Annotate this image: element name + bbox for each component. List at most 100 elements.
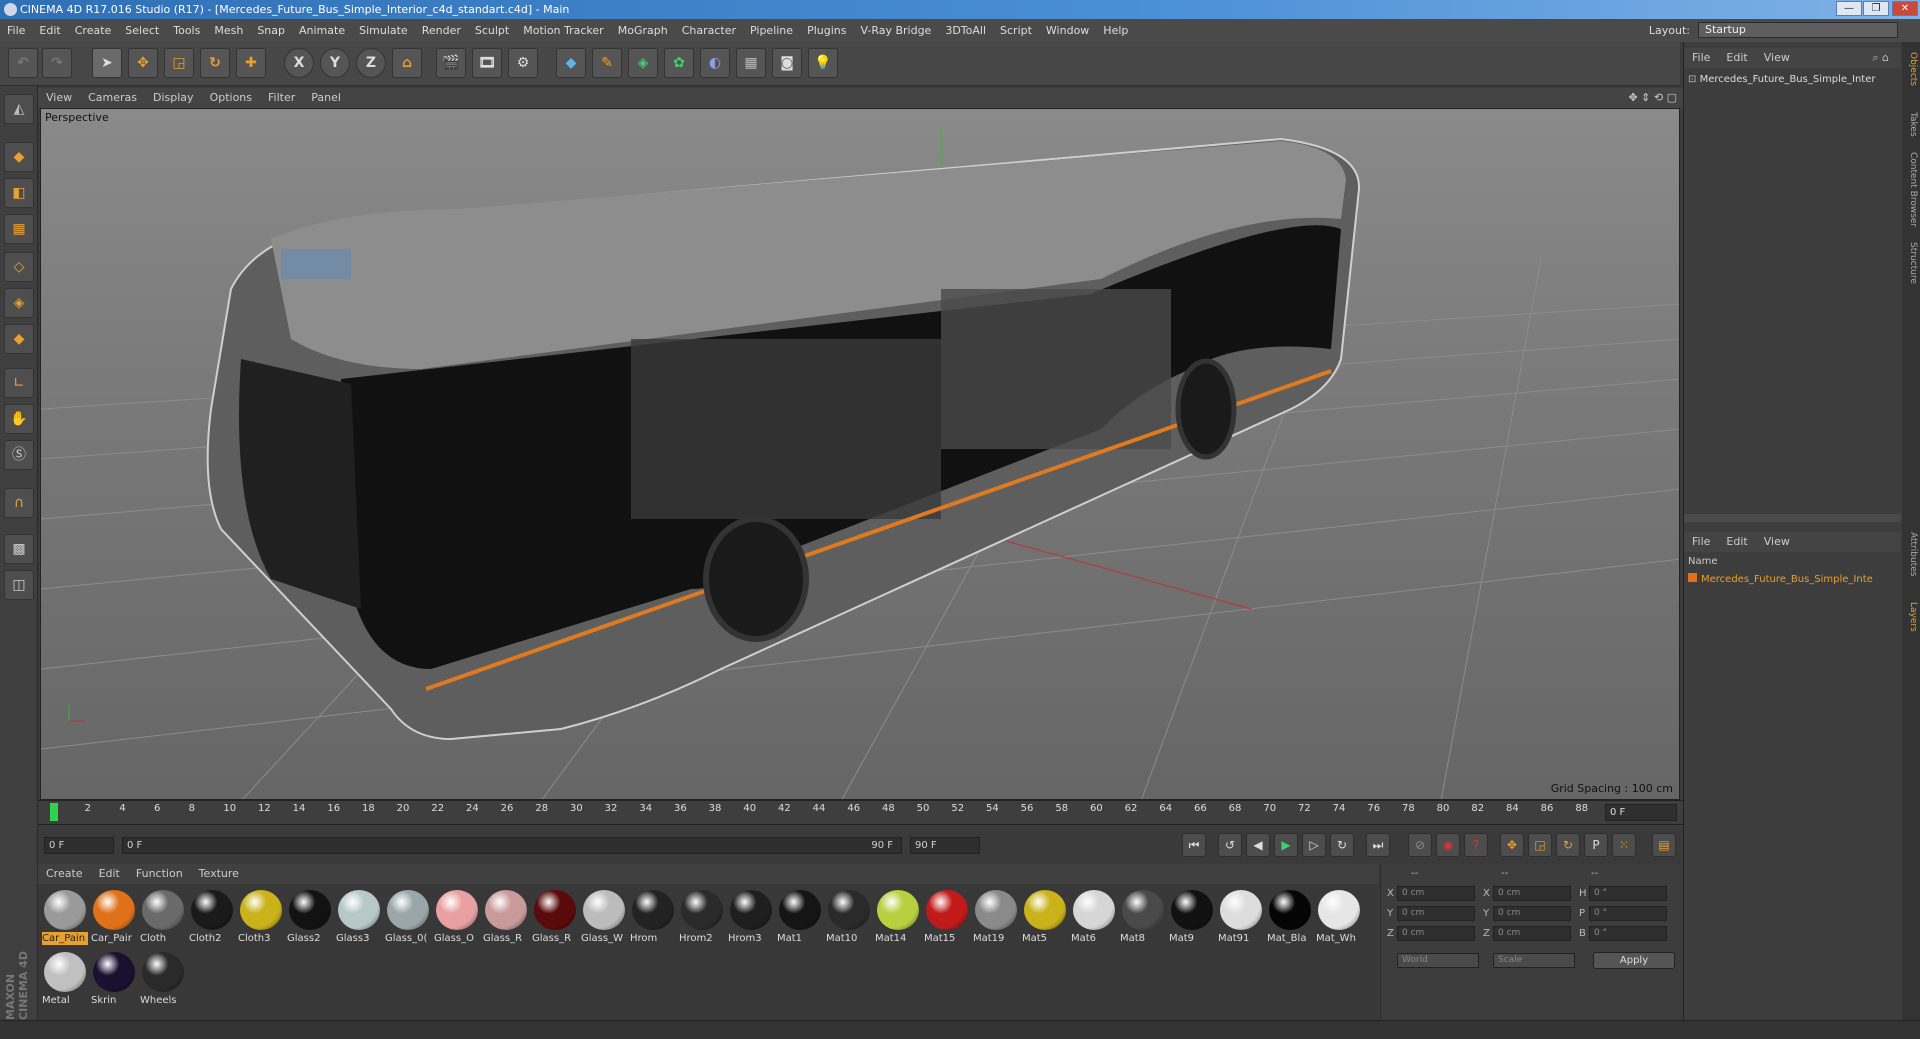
- cube-icon[interactable]: ◆: [556, 48, 586, 78]
- layout-select[interactable]: Startup: [1698, 22, 1898, 38]
- bus-model[interactable]: [206, 137, 1361, 741]
- y-axis-icon[interactable]: Y: [320, 48, 350, 78]
- light-icon[interactable]: 💡: [808, 48, 838, 78]
- rotation-key-icon[interactable]: ↻: [1556, 833, 1580, 857]
- world-select[interactable]: World: [1397, 953, 1479, 968]
- rotation-h-field[interactable]: 0 °: [1589, 886, 1667, 901]
- rotation-p-field[interactable]: 0 °: [1589, 906, 1667, 921]
- tab-content-browser[interactable]: Content Browser: [1904, 152, 1918, 227]
- magnet-icon[interactable]: ∩: [4, 488, 34, 518]
- objects-search-icon[interactable]: ⌕ ⌂: [1864, 48, 1897, 68]
- menu-tools[interactable]: Tools: [166, 19, 207, 42]
- coordinate-system-icon[interactable]: ⌂: [392, 48, 422, 78]
- make-editable-icon[interactable]: ◭: [4, 94, 34, 124]
- material-swatch[interactable]: Mat_Bla: [1267, 888, 1313, 946]
- material-swatch[interactable]: Cloth: [140, 888, 186, 946]
- menu-simulate[interactable]: Simulate: [352, 19, 415, 42]
- move-icon[interactable]: ✥: [128, 48, 158, 78]
- viewport-menu-filter[interactable]: Filter: [260, 88, 303, 108]
- x-axis-icon[interactable]: X: [284, 48, 314, 78]
- playhead-marker[interactable]: [50, 803, 58, 821]
- menu-mograph[interactable]: MoGraph: [611, 19, 675, 42]
- menu-edit[interactable]: Edit: [32, 19, 67, 42]
- layers-menu-file[interactable]: File: [1684, 532, 1718, 552]
- record-keys-icon[interactable]: ⊘: [1408, 833, 1432, 857]
- material-swatch[interactable]: Hrom: [630, 888, 676, 946]
- point-level-icon[interactable]: ⁙: [1612, 833, 1636, 857]
- points-mode-icon[interactable]: ◇: [4, 252, 34, 282]
- close-button[interactable]: ✕: [1892, 1, 1918, 16]
- material-swatch[interactable]: Mat6: [1071, 888, 1117, 946]
- viewport-menu-display[interactable]: Display: [145, 88, 202, 108]
- material-swatch[interactable]: Mat9: [1169, 888, 1215, 946]
- tab-takes[interactable]: Takes: [1904, 112, 1918, 137]
- objects-menu-edit[interactable]: Edit: [1718, 48, 1755, 68]
- viewport-nav-icons[interactable]: ✥ ⇕ ⟲ ▢: [1628, 88, 1677, 108]
- array-icon[interactable]: ✿: [664, 48, 694, 78]
- render-view-icon[interactable]: 🎬: [436, 48, 466, 78]
- tab-objects[interactable]: Objects: [1904, 52, 1918, 86]
- snap-icon[interactable]: Ⓢ: [4, 440, 34, 470]
- objects-scrollbar[interactable]: [1684, 514, 1901, 522]
- material-swatch[interactable]: Glass2: [287, 888, 333, 946]
- size-z-field[interactable]: 0 cm: [1493, 926, 1571, 941]
- material-swatch[interactable]: Glass3: [336, 888, 382, 946]
- material-swatch[interactable]: Mat5: [1022, 888, 1068, 946]
- position-z-field[interactable]: 0 cm: [1397, 926, 1475, 941]
- 3d-viewport[interactable]: Perspective Grid Spacing : 100 cm: [40, 108, 1680, 800]
- material-menu-function[interactable]: Function: [128, 864, 191, 884]
- material-swatch[interactable]: Hrom3: [728, 888, 774, 946]
- rotate-icon[interactable]: ↻: [200, 48, 230, 78]
- texture-mode-icon[interactable]: ◧: [4, 178, 34, 208]
- viewport-menu-options[interactable]: Options: [202, 88, 260, 108]
- pointer-icon[interactable]: ➤: [92, 48, 122, 78]
- material-menu-create[interactable]: Create: [38, 864, 91, 884]
- menu-script[interactable]: Script: [993, 19, 1039, 42]
- menu-plugins[interactable]: Plugins: [800, 19, 853, 42]
- pen-icon[interactable]: ✎: [592, 48, 622, 78]
- keyframe-selection-icon[interactable]: ?: [1464, 833, 1488, 857]
- render-settings-icon[interactable]: ⚙: [508, 48, 538, 78]
- tab-structure[interactable]: Structure: [1904, 242, 1918, 284]
- layers-menu-view[interactable]: View: [1756, 532, 1798, 552]
- end-frame-field[interactable]: 90 F: [910, 837, 980, 854]
- current-frame-field[interactable]: 0 F: [1605, 804, 1677, 821]
- size-x-field[interactable]: 0 cm: [1493, 886, 1571, 901]
- material-swatch[interactable]: Mat19: [973, 888, 1019, 946]
- layers-menu-edit[interactable]: Edit: [1718, 532, 1755, 552]
- range-slider[interactable]: 0 F 90 F: [122, 837, 902, 854]
- menu-help[interactable]: Help: [1096, 19, 1135, 42]
- minimize-button[interactable]: —: [1836, 1, 1862, 16]
- rotation-b-field[interactable]: 0 °: [1589, 926, 1667, 941]
- menu-create[interactable]: Create: [68, 19, 119, 42]
- material-swatch[interactable]: Mat1: [777, 888, 823, 946]
- start-frame-field[interactable]: 0 F: [44, 837, 114, 854]
- edges-mode-icon[interactable]: ◈: [4, 288, 34, 318]
- model-mode-icon[interactable]: ◆: [4, 142, 34, 172]
- material-swatch[interactable]: Hrom2: [679, 888, 725, 946]
- viewport-menu-view[interactable]: View: [38, 88, 80, 108]
- parameter-key-icon[interactable]: P: [1584, 833, 1608, 857]
- viewport-menu-cameras[interactable]: Cameras: [80, 88, 145, 108]
- menu-3dtoall[interactable]: 3DToAll: [938, 19, 993, 42]
- objects-menu-view[interactable]: View: [1756, 48, 1798, 68]
- axis-mode-icon[interactable]: ∟: [4, 368, 34, 398]
- scale-select[interactable]: Scale: [1493, 953, 1575, 968]
- menu-pipeline[interactable]: Pipeline: [743, 19, 800, 42]
- material-swatch[interactable]: Glass_W: [581, 888, 627, 946]
- material-menu-edit[interactable]: Edit: [91, 864, 128, 884]
- floor-icon[interactable]: ▦: [736, 48, 766, 78]
- material-swatch[interactable]: Car_Pain: [42, 888, 88, 946]
- scale-key-icon[interactable]: ◲: [1528, 833, 1552, 857]
- next-key-icon[interactable]: ↻: [1330, 833, 1354, 857]
- material-menu-texture[interactable]: Texture: [191, 864, 247, 884]
- menu-file[interactable]: File: [0, 19, 32, 42]
- menu-motion-tracker[interactable]: Motion Tracker: [516, 19, 610, 42]
- timeline-window-icon[interactable]: ▤: [1652, 833, 1676, 857]
- maximize-button[interactable]: ❐: [1863, 1, 1889, 16]
- menu-snap[interactable]: Snap: [250, 19, 292, 42]
- material-swatch[interactable]: Car_Pair: [91, 888, 137, 946]
- menu-render[interactable]: Render: [415, 19, 468, 42]
- workplane-icon[interactable]: ▦: [4, 214, 34, 244]
- menu-mesh[interactable]: Mesh: [207, 19, 250, 42]
